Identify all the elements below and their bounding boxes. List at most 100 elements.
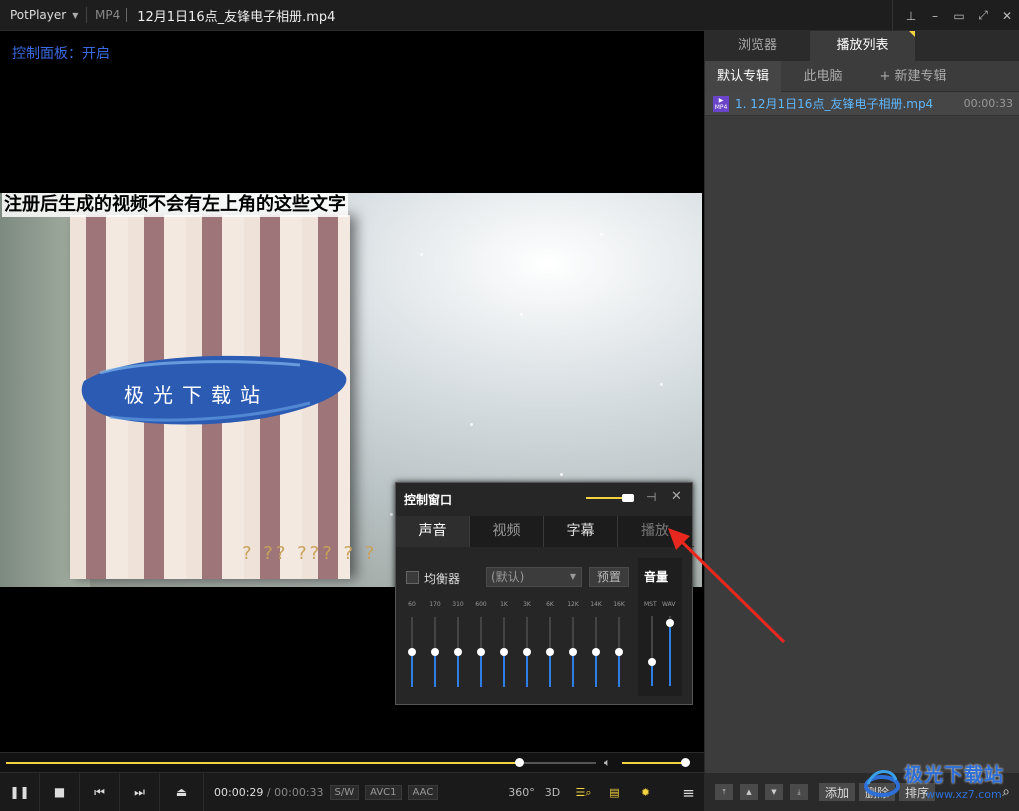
eq-band-handle[interactable] <box>408 648 416 656</box>
eq-band-handle[interactable] <box>431 648 439 656</box>
seek-handle[interactable] <box>515 758 524 767</box>
preset-button[interactable]: 预置 <box>589 567 629 587</box>
tab-this-pc[interactable]: 此电脑 <box>781 61 865 92</box>
move-bottom-icon: ⤓ <box>797 787 801 796</box>
master-volume-slider[interactable] <box>648 616 656 686</box>
eq-band-label: 14K <box>590 601 602 608</box>
move-up-button[interactable]: ▲ <box>740 784 758 800</box>
tab-playlist[interactable]: 播放列表 <box>810 31 915 61</box>
eq-band-slider[interactable] <box>477 617 485 687</box>
eq-band-handle[interactable] <box>477 648 485 656</box>
site-watermark: 极光下载站 www.xz7.com <box>860 760 1019 811</box>
eq-band-slider[interactable] <box>431 617 439 687</box>
vr-360-button[interactable]: 360° <box>506 786 537 799</box>
eq-band-slider[interactable] <box>546 617 554 687</box>
eq-band-handle[interactable] <box>592 648 600 656</box>
previous-button[interactable]: ⏮︎ <box>80 772 120 811</box>
eq-band-slider[interactable] <box>569 617 577 687</box>
control-window-titlebar[interactable]: 控制窗口 ⊣ ✕ <box>396 483 694 513</box>
close-icon[interactable]: ✕ <box>671 489 682 504</box>
tab-video[interactable]: 视频 <box>470 516 544 547</box>
eq-band-slider[interactable] <box>523 617 531 687</box>
tab-default-album[interactable]: 默认专辑 <box>705 61 781 92</box>
gear-icon[interactable]: ✹ <box>630 786 661 799</box>
tab-browser[interactable]: 浏览器 <box>705 31 810 61</box>
eq-band-fill <box>457 652 459 687</box>
eq-band-slider[interactable] <box>408 617 416 687</box>
seek-bar[interactable] <box>6 758 596 767</box>
previous-icon: ⏮︎ <box>94 784 105 799</box>
eq-band-label: 6K <box>546 601 554 608</box>
eq-band-slider[interactable] <box>454 617 462 687</box>
eq-band-slider[interactable] <box>592 617 600 687</box>
fullscreen-icon[interactable]: ⤢ <box>971 8 995 23</box>
eq-band-handle[interactable] <box>615 648 623 656</box>
app-name: PotPlayer <box>10 8 67 22</box>
annotation-arrow <box>668 528 786 644</box>
close-icon[interactable]: ✕ <box>995 9 1019 23</box>
title-bar: PotPlayer ▼ MP4 12月1日16点_友锋电子相册.mp4 ⊥ – … <box>0 0 1019 31</box>
audio-codec-tag[interactable]: AAC <box>407 784 439 800</box>
list-item[interactable]: ▶ MP4 1. 12月1日16点_友锋电子相册.mp4 00:00:33 <box>705 92 1019 116</box>
eq-band-label: 16K <box>613 601 625 608</box>
time-current: 00:00:29 <box>214 785 264 799</box>
move-top-icon: ⤒ <box>722 787 726 796</box>
pin-icon[interactable]: ⊥ <box>899 9 923 23</box>
eq-band-handle[interactable] <box>569 648 577 656</box>
search-playlist-icon[interactable]: ☰⌕ <box>568 786 599 800</box>
opacity-handle[interactable] <box>622 494 634 502</box>
control-window: 控制窗口 ⊣ ✕ 声音 视频 字幕 播放 均衡器 (默认) ▼ 预置 60 170… <box>395 482 694 705</box>
panel-tabs: 浏览器 播放列表 <box>705 31 1019 61</box>
tab-subtitle[interactable]: 字幕 <box>544 516 618 547</box>
volume-handle[interactable] <box>681 758 690 767</box>
eq-band-handle[interactable] <box>500 648 508 656</box>
file-type-label: MP4 <box>714 103 728 111</box>
volume-icon[interactable]: 🔈︎ <box>604 756 611 770</box>
eq-band-label: 1K <box>500 601 508 608</box>
volume-slider[interactable] <box>622 758 690 767</box>
open-file-button[interactable]: ⏏︎ <box>160 772 204 811</box>
tab-audio[interactable]: 声音 <box>396 516 470 547</box>
eq-band-label: 12K <box>567 601 579 608</box>
equalizer-checkbox[interactable] <box>406 571 419 584</box>
stop-button[interactable]: ■ <box>40 772 80 811</box>
eq-band-handle[interactable] <box>546 648 554 656</box>
minimize-icon[interactable]: – <box>923 9 947 23</box>
eq-band-handle[interactable] <box>454 648 462 656</box>
control-bar: ❚❚ ■ ⏮︎ ⏭︎ ⏏︎ 00:00:29 / 00:00:33 S/W AV… <box>0 772 704 811</box>
eq-band-fill <box>411 652 413 687</box>
move-bottom-button[interactable]: ⤓ <box>790 784 808 800</box>
video-codec-tag[interactable]: AVC1 <box>365 784 402 800</box>
volume-level-handle[interactable] <box>648 658 656 666</box>
menu-icon[interactable]: ≡ <box>673 784 704 802</box>
divider <box>126 8 128 22</box>
time-display: 00:00:29 / 00:00:33 <box>214 786 324 799</box>
new-album-button[interactable]: + 新建专辑 <box>865 61 961 92</box>
move-down-button[interactable]: ▼ <box>765 784 783 800</box>
eq-band-slider[interactable] <box>615 617 623 687</box>
preset-select[interactable]: (默认) ▼ <box>486 567 582 587</box>
next-button[interactable]: ⏭︎ <box>120 772 160 811</box>
playlist-icon[interactable]: ▤ <box>599 786 630 799</box>
bokeh-dot <box>390 513 393 516</box>
opacity-slider[interactable] <box>586 494 634 502</box>
format-label: MP4 <box>95 8 121 22</box>
3d-button[interactable]: 3D <box>537 786 568 799</box>
app-menu-button[interactable]: PotPlayer ▼ <box>0 8 86 22</box>
maximize-icon[interactable]: ▭ <box>947 9 971 23</box>
bokeh-dot <box>560 473 563 476</box>
eq-band-fill <box>480 652 482 687</box>
pause-button[interactable]: ❚❚ <box>0 772 40 811</box>
move-top-button[interactable]: ⤒ <box>715 784 733 800</box>
bokeh-dot <box>470 423 473 426</box>
mp4-file-icon: ▶ MP4 <box>713 95 729 112</box>
eq-band-handle[interactable] <box>523 648 531 656</box>
eq-band-slider[interactable] <box>500 617 508 687</box>
add-button[interactable]: 添加 <box>819 783 856 801</box>
eq-band-fill <box>572 652 574 687</box>
pin-icon[interactable]: ⊣ <box>646 490 656 504</box>
eq-band-fill <box>503 652 505 687</box>
control-window-tabs: 声音 视频 字幕 播放 <box>396 516 694 547</box>
decoder-tag[interactable]: S/W <box>329 784 360 800</box>
volume-fill <box>622 762 685 764</box>
